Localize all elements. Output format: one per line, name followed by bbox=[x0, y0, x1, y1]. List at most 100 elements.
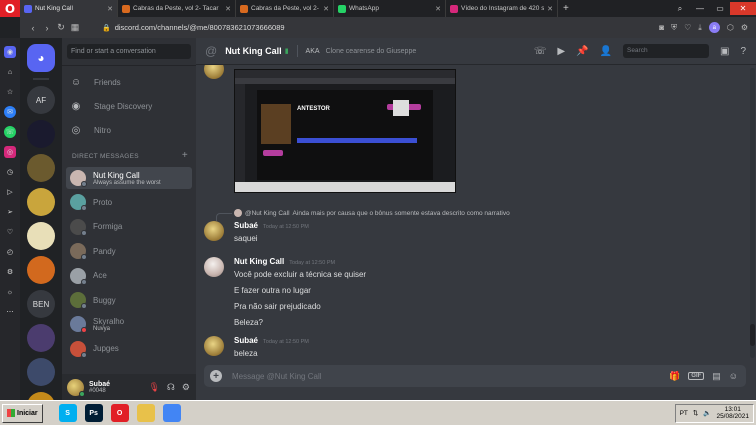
server-icon[interactable] bbox=[27, 392, 55, 400]
dm-item[interactable]: Buggy bbox=[66, 289, 192, 311]
server-icon[interactable]: BEN bbox=[27, 290, 55, 318]
discord-home-button[interactable]: ◕ bbox=[27, 44, 55, 72]
dm-item[interactable]: Nut King Call Always assume the worst bbox=[66, 167, 192, 189]
dm-nav-stage[interactable]: ◉ Stage Discovery bbox=[68, 96, 192, 116]
server-icon[interactable] bbox=[27, 324, 55, 352]
network-icon[interactable]: ⇅ bbox=[693, 409, 698, 417]
history-icon[interactable]: ◴ bbox=[4, 246, 16, 258]
add-friends-to-dm-icon[interactable]: 👤 bbox=[600, 46, 612, 57]
inbox-icon[interactable]: ▣ bbox=[720, 46, 729, 57]
forward-icon[interactable]: › bbox=[40, 23, 54, 33]
dm-item[interactable]: Ace bbox=[66, 265, 192, 287]
find-conversation-input[interactable]: Find or start a conversation bbox=[67, 44, 191, 59]
server-icon[interactable]: AF bbox=[27, 86, 55, 114]
clock[interactable]: 13:01 25/08/2021 bbox=[716, 406, 749, 420]
send-icon[interactable]: ➢ bbox=[4, 206, 16, 218]
server-icon[interactable] bbox=[27, 256, 55, 284]
message-avatar[interactable] bbox=[204, 257, 224, 277]
new-tab-button[interactable]: + bbox=[558, 3, 574, 14]
whatsapp-icon[interactable]: ☏ bbox=[4, 126, 16, 138]
url-field[interactable]: 🔒 discord.com/channels/@me/8007836210736… bbox=[102, 23, 285, 32]
gift-icon[interactable]: 🎁 bbox=[669, 371, 680, 382]
browser-tab[interactable]: Cabras da Peste, vol 2- Tacar✕ bbox=[236, 0, 334, 17]
mute-microphone-icon[interactable]: 🎙 bbox=[148, 382, 159, 393]
emoji-icon[interactable]: ☺ bbox=[729, 371, 738, 381]
sticker-icon[interactable]: ▤ bbox=[712, 371, 721, 382]
star-icon[interactable]: ☆ bbox=[4, 86, 16, 98]
clock-icon[interactable]: ◷ bbox=[4, 166, 16, 178]
close-tab-icon[interactable]: ✕ bbox=[104, 5, 113, 13]
skype-icon[interactable]: S bbox=[58, 404, 77, 422]
dm-item[interactable]: Formiga bbox=[66, 216, 192, 238]
settings-icon[interactable]: ⚙ bbox=[741, 23, 748, 32]
message-attachment-image[interactable]: ANTESTOR bbox=[234, 69, 456, 193]
browser-tab[interactable]: Cabras da Peste, vol 2- Tacar✕ bbox=[118, 0, 236, 17]
minimize-button[interactable]: — bbox=[690, 2, 710, 15]
server-icon[interactable] bbox=[27, 120, 55, 148]
upload-button[interactable]: + bbox=[210, 370, 222, 382]
player-icon[interactable]: ▷ bbox=[4, 186, 16, 198]
dm-item[interactable]: Jupges bbox=[66, 338, 192, 360]
server-icon[interactable] bbox=[27, 188, 55, 216]
language-indicator[interactable]: PT bbox=[680, 410, 688, 417]
message-input[interactable]: Message @Nut King Call bbox=[232, 372, 322, 381]
close-tab-icon[interactable]: ✕ bbox=[222, 5, 231, 13]
browser-tab[interactable]: Vídeo do Instagram de 420 su ✕ bbox=[446, 0, 558, 17]
opera-icon[interactable]: O bbox=[110, 404, 129, 422]
chat-search-input[interactable]: Search bbox=[622, 44, 709, 58]
sidebar-settings-icon[interactable]: ⚙ bbox=[4, 266, 16, 278]
message-scrollbar[interactable] bbox=[750, 68, 755, 358]
maximize-button[interactable]: ▭ bbox=[710, 2, 730, 15]
download-icon[interactable]: ⤓ bbox=[698, 23, 702, 33]
discord-sidebar-icon[interactable]: ◉ bbox=[4, 46, 16, 58]
more-icon[interactable]: ⋯ bbox=[4, 306, 16, 318]
close-tab-icon[interactable]: ✕ bbox=[544, 5, 553, 13]
heart-icon[interactable]: ♡ bbox=[684, 23, 691, 32]
message-avatar[interactable] bbox=[204, 336, 224, 356]
back-icon[interactable]: ‹ bbox=[26, 23, 40, 33]
start-button[interactable]: Iniciar bbox=[2, 403, 43, 423]
messenger-icon[interactable]: ✉ bbox=[4, 106, 16, 118]
speed-dial-icon[interactable]: ▦ bbox=[68, 22, 82, 33]
pinned-messages-icon[interactable]: 📌 bbox=[576, 46, 588, 57]
message-author[interactable]: Nut King Call bbox=[234, 257, 284, 266]
dm-item[interactable]: Pandy bbox=[66, 240, 192, 262]
server-icon[interactable] bbox=[27, 358, 55, 386]
folder-icon[interactable] bbox=[136, 404, 155, 422]
server-icon[interactable] bbox=[27, 154, 55, 182]
close-tab-icon[interactable]: ✕ bbox=[432, 5, 441, 13]
chrome-icon[interactable] bbox=[162, 404, 181, 422]
heart-sidebar-icon[interactable]: ♡ bbox=[4, 226, 16, 238]
reply-reference[interactable]: @Nut King Call Ainda mais por causa que … bbox=[234, 209, 510, 217]
reload-icon[interactable]: ↻ bbox=[54, 22, 68, 33]
create-dm-button[interactable]: + bbox=[182, 151, 188, 161]
home-icon[interactable]: ⌂ bbox=[4, 66, 16, 78]
server-icon[interactable] bbox=[27, 222, 55, 250]
message-author[interactable]: Subaé bbox=[234, 336, 258, 345]
profile-avatar[interactable]: a bbox=[708, 22, 720, 33]
dm-nav-friends[interactable]: ☺ Friends bbox=[68, 72, 192, 92]
message-avatar[interactable] bbox=[204, 65, 224, 79]
opera-menu-button[interactable]: O bbox=[0, 0, 20, 17]
bulb-icon[interactable]: ☼ bbox=[4, 286, 16, 298]
shield-icon[interactable]: ⛨ bbox=[671, 23, 677, 33]
dm-item[interactable]: Skyralho Nuvya bbox=[66, 313, 192, 335]
message-avatar[interactable] bbox=[204, 221, 224, 241]
headphones-icon[interactable]: ☊ bbox=[167, 382, 175, 393]
cube-icon[interactable]: ⬡ bbox=[727, 23, 734, 32]
browser-tab[interactable]: WhatsApp ✕ bbox=[334, 0, 446, 17]
message-author[interactable]: Subaé bbox=[234, 221, 258, 230]
dm-item[interactable]: Proto bbox=[66, 191, 192, 213]
tab-search-icon[interactable]: ⌕ bbox=[670, 2, 690, 15]
start-voice-call-icon[interactable]: ☏ bbox=[534, 46, 547, 57]
browser-tab[interactable]: Nut King Call ✕ bbox=[20, 0, 118, 17]
user-avatar[interactable] bbox=[67, 378, 85, 397]
photoshop-icon[interactable]: Ps bbox=[84, 404, 103, 422]
message-composer[interactable]: + Message @Nut King Call 🎁 GIF ▤ ☺ bbox=[204, 365, 746, 387]
volume-icon[interactable]: 🔈 bbox=[703, 409, 711, 417]
user-settings-icon[interactable]: ⚙ bbox=[182, 382, 190, 393]
gif-button[interactable]: GIF bbox=[688, 372, 705, 380]
help-icon[interactable]: ? bbox=[740, 46, 746, 57]
close-window-button[interactable]: ✕ bbox=[730, 2, 756, 15]
start-video-call-icon[interactable]: ▶ bbox=[557, 46, 565, 57]
